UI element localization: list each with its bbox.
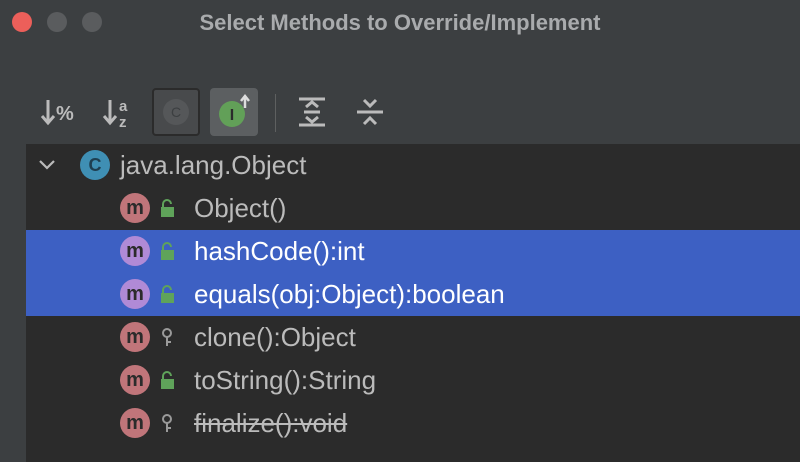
- title-bar: Select Methods to Override/Implement: [0, 0, 800, 46]
- method-label: finalize():void: [194, 408, 348, 438]
- tree-root-row[interactable]: C java.lang.Object: [26, 144, 800, 187]
- sort-alphabetically-button[interactable]: a z: [94, 88, 142, 136]
- method-row[interactable]: m equals(obj:Object):boolean: [26, 273, 800, 316]
- show-classes-toggle[interactable]: C: [152, 88, 200, 136]
- public-lock-icon: [161, 285, 174, 303]
- sort-by-visibility-button[interactable]: %: [36, 88, 84, 136]
- method-label: equals(obj:Object):boolean: [194, 279, 505, 309]
- expand-all-icon: [299, 97, 325, 127]
- public-lock-icon: [161, 199, 174, 217]
- svg-text:%: %: [56, 103, 74, 125]
- class-icon: C: [80, 150, 110, 180]
- toolbar-separator: [275, 94, 276, 132]
- method-icon: m: [120, 408, 150, 438]
- window-title: Select Methods to Override/Implement: [199, 10, 601, 35]
- method-row[interactable]: m Object(): [26, 187, 800, 230]
- method-label: hashCode():int: [194, 236, 365, 266]
- sort-alpha-icon: a z: [102, 98, 128, 131]
- method-row[interactable]: m toString():String: [26, 359, 800, 402]
- public-lock-icon: [161, 242, 174, 260]
- svg-text:a: a: [119, 98, 128, 115]
- method-icon: m: [120, 322, 150, 352]
- method-label: Object(): [194, 193, 287, 223]
- public-lock-icon: [161, 371, 174, 389]
- class-icon: C: [163, 99, 189, 125]
- svg-text:z: z: [119, 114, 127, 131]
- tree-root-label: java.lang.Object: [120, 150, 307, 180]
- toolbar: % a z C I: [0, 84, 800, 140]
- svg-text:I: I: [230, 107, 234, 124]
- method-row[interactable]: m hashCode():int: [26, 230, 800, 273]
- method-icon: m: [120, 236, 150, 266]
- svg-text:C: C: [171, 104, 181, 120]
- method-row[interactable]: m clone():Object: [26, 316, 800, 359]
- method-label: toString():String: [194, 365, 377, 395]
- protected-key-icon: [162, 328, 172, 346]
- sort-visibility-icon: %: [40, 100, 74, 126]
- interface-icon: I: [219, 93, 250, 127]
- collapse-all-icon: [357, 98, 383, 126]
- method-label: clone():Object: [194, 322, 356, 352]
- show-interfaces-toggle[interactable]: I: [210, 88, 258, 136]
- expand-all-button[interactable]: [288, 88, 336, 136]
- method-icon: m: [120, 193, 150, 223]
- method-tree[interactable]: C java.lang.Object m Object() m hashCode…: [26, 144, 800, 462]
- method-icon: m: [120, 365, 150, 395]
- method-icon: m: [120, 279, 150, 309]
- protected-key-icon: [162, 414, 172, 432]
- chevron-down-icon[interactable]: [38, 156, 56, 174]
- collapse-all-button[interactable]: [346, 88, 394, 136]
- method-row[interactable]: m finalize():void: [26, 402, 800, 445]
